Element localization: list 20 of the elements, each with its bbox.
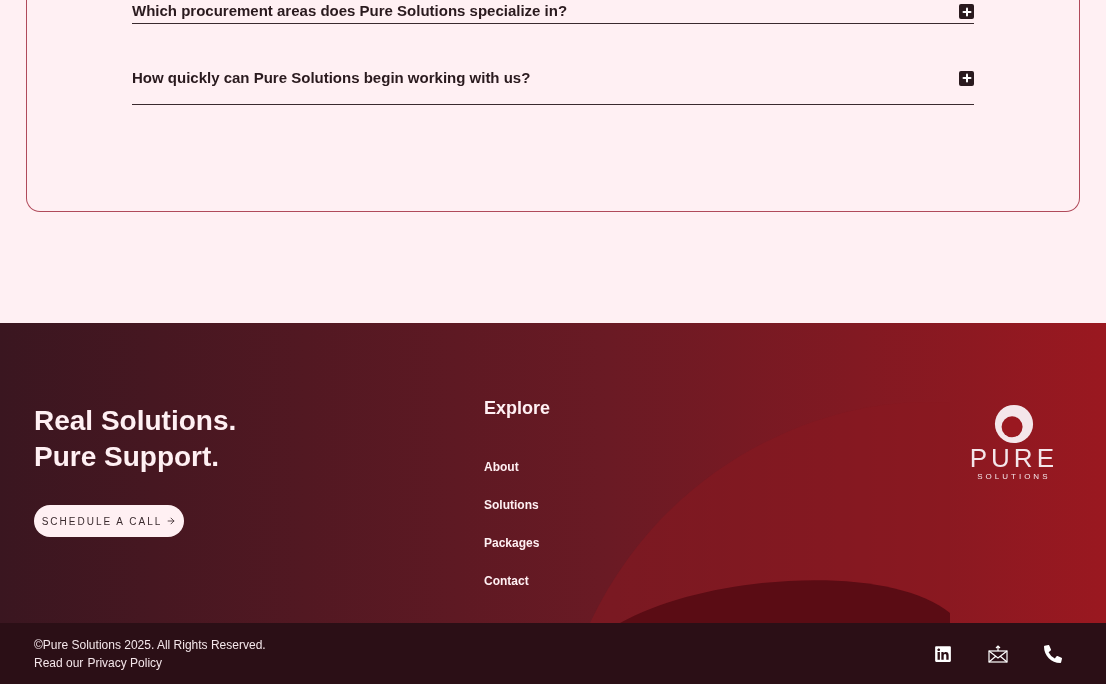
faq-question: How quickly can Pure Solutions begin working with us? — [132, 67, 531, 88]
footer-link[interactable]: About — [484, 458, 519, 476]
phone-icon[interactable] — [1044, 644, 1062, 663]
footer-tagline: Real Solutions. Pure Support. — [34, 404, 238, 474]
schedule-call-button[interactable]: SCHEDULE A CALL — [34, 505, 184, 537]
copyright-text: ©Pure Solutions 2025. All Rights Reserved. — [34, 636, 266, 654]
logo-subtitle: SOLUTIONS — [977, 471, 1051, 483]
explore-heading: Explore — [484, 397, 551, 420]
linkedin-icon[interactable] — [934, 644, 952, 663]
faq-item[interactable]: Which procurement areas does Pure Solutions specialize in? — [132, 0, 974, 24]
envelope-icon[interactable] — [988, 644, 1008, 663]
privacy-link[interactable]: Privacy Policy — [87, 653, 163, 672]
footer-link[interactable]: Packages — [484, 534, 540, 552]
privacy-prefix: Read our — [34, 654, 84, 672]
footer-link[interactable]: Contact — [484, 572, 529, 590]
arrow-icon — [166, 516, 177, 526]
logo-name: PURE — [969, 445, 1058, 471]
faq-question: Which procurement areas does Pure Solutions specialize in? — [132, 1, 568, 22]
footer-link[interactable]: Solutions — [484, 496, 539, 514]
faq-item[interactable]: How quickly can Pure Solutions begin working with us? — [132, 24, 974, 105]
